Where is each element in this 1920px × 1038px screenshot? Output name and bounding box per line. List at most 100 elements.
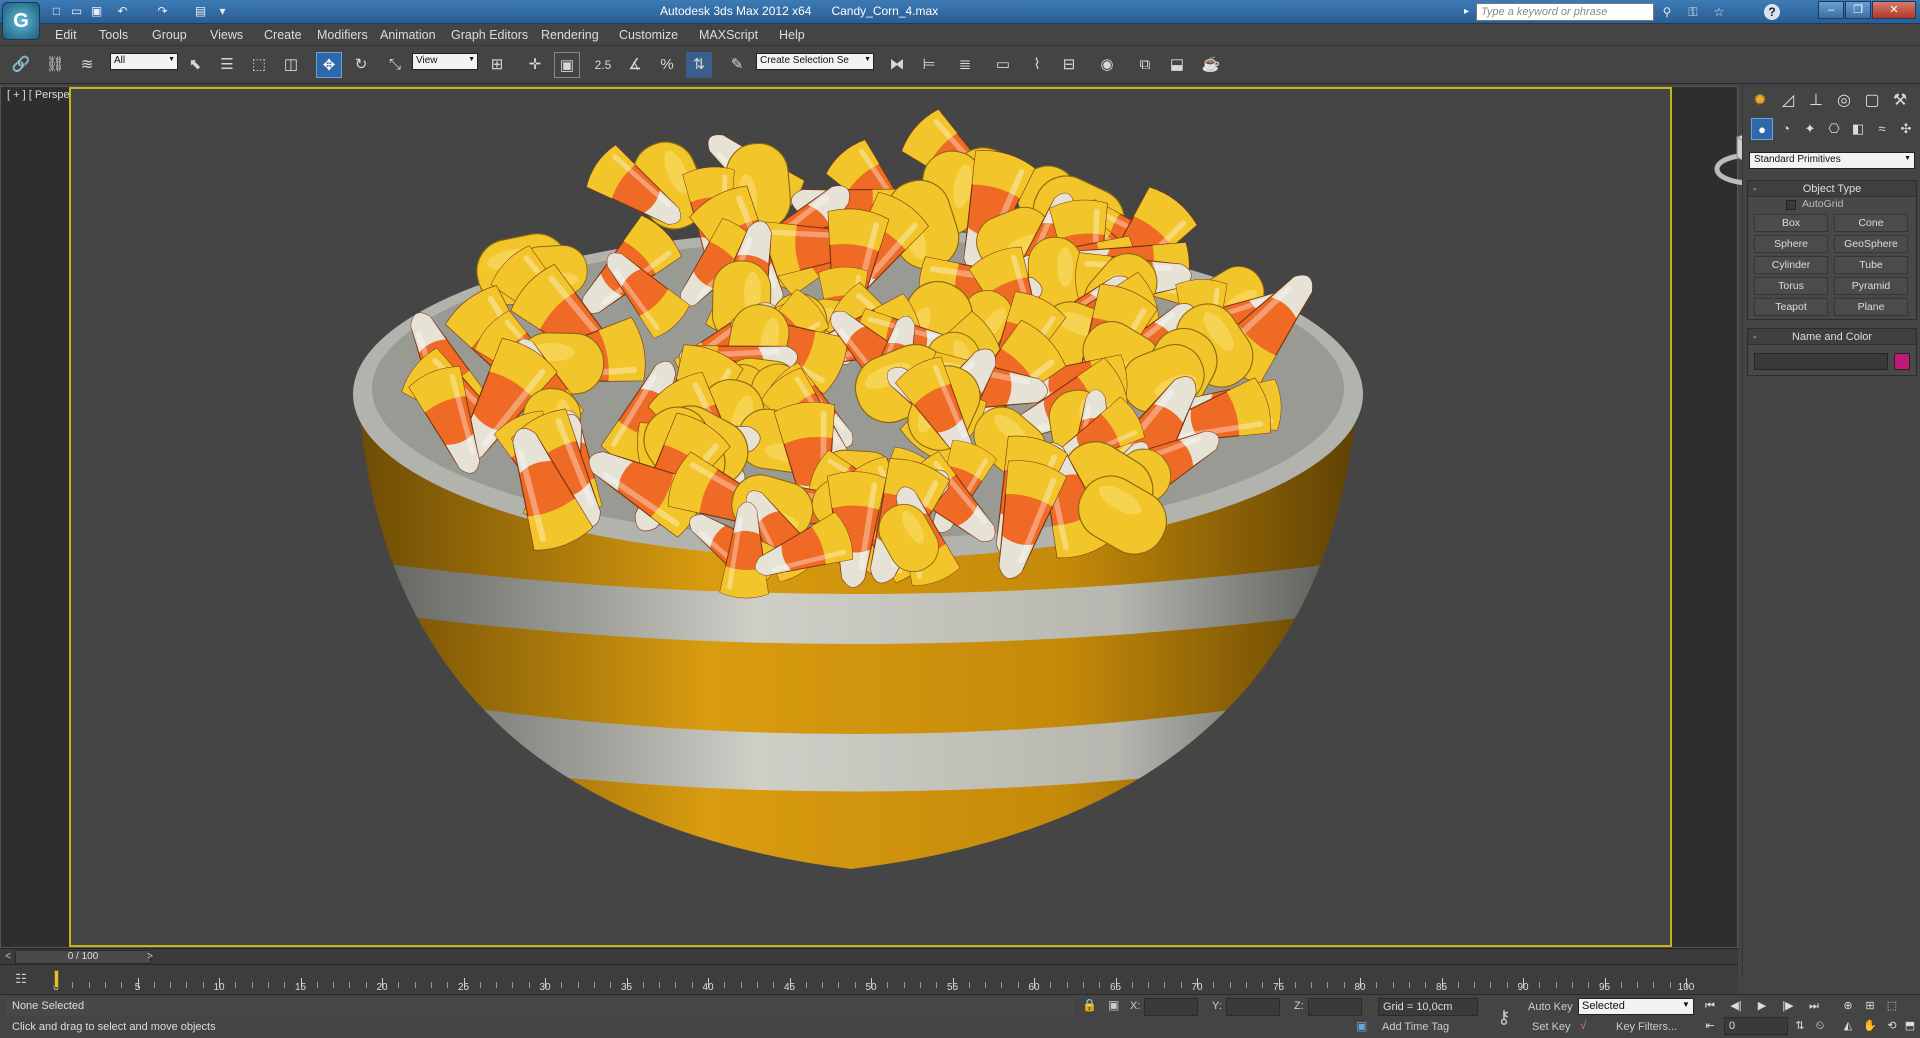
snaps-toggle-icon[interactable]: 2.5 xyxy=(590,52,616,78)
minimize-icon[interactable]: – xyxy=(1818,1,1844,19)
graphite-modeling-tools-icon[interactable]: ▭ xyxy=(990,52,1016,78)
go-to-end-icon[interactable]: ⏭ xyxy=(1804,997,1824,1015)
undo-icon[interactable]: ↶ xyxy=(114,3,131,20)
time-slider-next-icon[interactable]: > xyxy=(144,950,156,964)
close-icon[interactable]: ✕ xyxy=(1872,1,1916,19)
menu-modifiers[interactable]: Modifiers xyxy=(317,28,368,42)
candy-corn-bowl-scene[interactable] xyxy=(71,89,1670,945)
time-slider-prev-icon[interactable]: < xyxy=(2,950,14,964)
unlink-icon[interactable]: ⛓ xyxy=(42,52,68,78)
search-input[interactable]: Type a keyword or phrase xyxy=(1476,3,1654,21)
z-coordinate-field[interactable] xyxy=(1308,998,1362,1016)
percent-snap-icon[interactable]: % xyxy=(654,52,680,78)
rectangular-selection-icon[interactable]: ⬚ xyxy=(246,52,272,78)
auto-key-button[interactable]: Auto Key xyxy=(1528,1001,1573,1013)
display-tab-icon[interactable]: ▢ xyxy=(1859,88,1885,114)
time-slider[interactable]: < 0 / 100 > xyxy=(0,948,1738,964)
set-keys-icon[interactable]: ⚷ xyxy=(1490,1007,1518,1027)
orbit-icon[interactable]: ⟲ xyxy=(1882,1017,1902,1035)
time-slider-thumb[interactable]: 0 / 100 xyxy=(15,950,151,964)
pan-view-icon[interactable]: ✋ xyxy=(1860,1017,1880,1035)
zoom-all-icon[interactable]: ⊞ xyxy=(1860,997,1880,1015)
lights-icon[interactable]: ✦ xyxy=(1799,118,1821,140)
pyramid-button[interactable]: Pyramid xyxy=(1834,277,1908,295)
align-icon[interactable]: ⊨ xyxy=(916,52,942,78)
play-icon[interactable]: ▶ xyxy=(1752,997,1772,1015)
sphere-button[interactable]: Sphere xyxy=(1754,235,1828,253)
frame-ruler[interactable]: 0510152025303540455055606570758085909510… xyxy=(53,968,1694,994)
window-crossing-icon[interactable]: ◫ xyxy=(278,52,304,78)
absolute-mode-icon[interactable]: ▣ xyxy=(1108,998,1124,1014)
cone-button[interactable]: Cone xyxy=(1834,214,1908,232)
menu-animation[interactable]: Animation xyxy=(380,28,436,42)
favorites-icon[interactable]: ☆ xyxy=(1710,3,1728,21)
teapot-button[interactable]: Teapot xyxy=(1754,298,1828,316)
select-and-link-icon[interactable]: 🔗 xyxy=(8,52,34,78)
time-configuration-icon[interactable]: ⏲ xyxy=(1810,1017,1830,1035)
space-warps-icon[interactable]: ≈ xyxy=(1871,118,1893,140)
menu-maxscript[interactable]: MAXScript xyxy=(699,28,758,42)
geosphere-button[interactable]: GeoSphere xyxy=(1834,235,1908,253)
menu-customize[interactable]: Customize xyxy=(619,28,678,42)
edit-named-selection-icon[interactable]: ✎ xyxy=(724,52,750,78)
material-editor-icon[interactable]: ◉ xyxy=(1094,52,1120,78)
save-icon[interactable]: ▣ xyxy=(88,3,105,20)
add-time-tag-label[interactable]: Add Time Tag xyxy=(1382,1021,1449,1033)
select-and-scale-icon[interactable]: ⤡ xyxy=(382,52,408,78)
render-production-icon[interactable]: ☕ xyxy=(1198,52,1224,78)
restore-icon[interactable]: ❐ xyxy=(1845,1,1871,19)
menu-edit[interactable]: Edit xyxy=(55,28,77,42)
named-selection-set-dropdown[interactable]: Create Selection Se xyxy=(756,53,874,70)
box-button[interactable]: Box xyxy=(1754,214,1828,232)
cameras-icon[interactable]: ⎔ xyxy=(1823,118,1845,140)
trackbar[interactable]: ☷ 05101520253035404550556065707580859095… xyxy=(0,964,1738,994)
autogrid-checkbox[interactable] xyxy=(1786,200,1796,210)
set-key-button[interactable]: Set Key xyxy=(1532,1021,1571,1033)
go-to-start-icon[interactable]: ⏮ xyxy=(1700,997,1720,1015)
utilities-tab-icon[interactable]: ⚒ xyxy=(1887,88,1913,114)
menu-rendering[interactable]: Rendering xyxy=(541,28,599,42)
current-frame-marker[interactable] xyxy=(54,970,59,988)
angle-snap-icon[interactable]: ∡ xyxy=(622,52,648,78)
application-menu-button[interactable]: G xyxy=(2,2,40,40)
selection-lock-icon[interactable]: 🔒 xyxy=(1082,998,1098,1014)
motion-tab-icon[interactable]: ◎ xyxy=(1831,88,1857,114)
mirror-icon[interactable]: ⧓ xyxy=(884,52,910,78)
keyboard-shortcut-override-icon[interactable]: ▣ xyxy=(554,52,580,78)
perspective-viewport[interactable] xyxy=(69,87,1788,947)
modify-tab-icon[interactable]: ◿ xyxy=(1775,88,1801,114)
add-time-tag-icon[interactable]: ▣ xyxy=(1356,1019,1374,1035)
rendered-frame-window-icon[interactable]: ⬓ xyxy=(1164,52,1190,78)
spinner-snap-icon[interactable]: ⇅ xyxy=(686,52,712,78)
menu-views[interactable]: Views xyxy=(210,28,243,42)
menu-group[interactable]: Group xyxy=(152,28,187,42)
object-color-swatch[interactable] xyxy=(1894,353,1910,370)
plane-button[interactable]: Plane xyxy=(1834,298,1908,316)
customize-arrow-icon[interactable]: ▾ xyxy=(214,3,231,20)
key-filters-button[interactable]: Key Filters... xyxy=(1616,1021,1677,1033)
frame-spinner-icon[interactable]: ⇅ xyxy=(1790,1017,1810,1035)
use-pivot-center-icon[interactable]: ⊞ xyxy=(484,52,510,78)
geometry-icon[interactable]: ● xyxy=(1751,118,1773,140)
helpers-icon[interactable]: ◧ xyxy=(1847,118,1869,140)
key-curve-icon[interactable]: √ xyxy=(1580,1018,1600,1036)
key-mode-dropdown[interactable]: Selected xyxy=(1578,998,1694,1015)
selection-filter-dropdown[interactable]: All xyxy=(110,53,178,70)
project-folder-icon[interactable]: ▤ xyxy=(192,3,209,20)
key-mode-toggle-icon[interactable]: ⇤ xyxy=(1700,1017,1720,1035)
zoom-icon[interactable]: ⊕ xyxy=(1838,997,1858,1015)
mini-curve-editor-icon[interactable]: ☷ xyxy=(10,971,32,989)
name-and-color-header[interactable]: - Name and Color xyxy=(1748,329,1916,345)
x-coordinate-field[interactable] xyxy=(1144,998,1198,1016)
key-icon[interactable]: ⚿ xyxy=(1684,3,1702,21)
menu-tools[interactable]: Tools xyxy=(99,28,128,42)
maximize-viewport-icon[interactable]: ⬒ xyxy=(1900,1017,1920,1035)
torus-button[interactable]: Torus xyxy=(1754,277,1828,295)
y-coordinate-field[interactable] xyxy=(1226,998,1280,1016)
menu-create[interactable]: Create xyxy=(264,28,302,42)
create-tab-icon[interactable]: ✹ xyxy=(1747,88,1773,114)
bind-to-space-warp-icon[interactable]: ≋ xyxy=(74,52,100,78)
open-icon[interactable]: ▭ xyxy=(68,3,85,20)
hierarchy-tab-icon[interactable]: ⊥ xyxy=(1803,88,1829,114)
redo-icon[interactable]: ↷ xyxy=(154,3,171,20)
